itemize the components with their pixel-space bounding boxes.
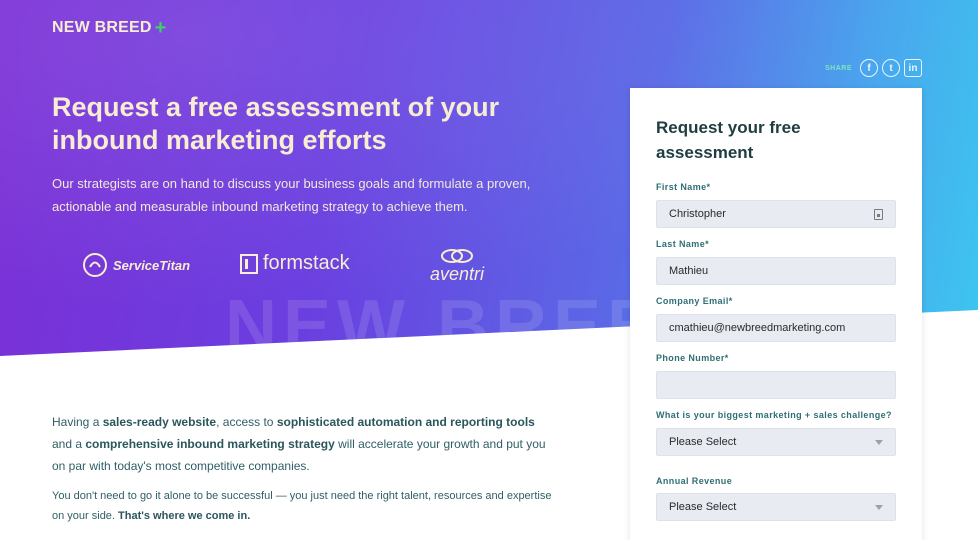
first-name-field[interactable]: Christopher	[656, 200, 896, 228]
plus-icon: +	[154, 17, 167, 39]
challenge-label: What is your biggest marketing + sales c…	[656, 410, 892, 420]
challenge-selected-value: Please Select	[669, 436, 737, 448]
intro-paragraph: Having a sales-ready website, access to …	[52, 415, 546, 473]
servicetitan-logo: ServiceTitan	[82, 252, 190, 278]
assessment-form: Request your free assessment First Name*…	[630, 88, 922, 540]
form-title: Request your free assessment	[656, 118, 801, 162]
new-breed-logo[interactable]: NEW BREED +	[52, 18, 166, 38]
annual-revenue-label: Annual Revenue	[656, 476, 733, 486]
company-email-field[interactable]: cmathieu@newbreedmarketing.com	[656, 314, 896, 342]
share-label: SHARE	[824, 64, 852, 72]
chevron-down-icon	[875, 439, 883, 445]
company-email-value: cmathieu@newbreedmarketing.com	[669, 322, 846, 334]
company-email-label: Company Email*	[656, 296, 733, 306]
logo-text: NEW BREED	[52, 19, 152, 36]
last-name-label: Last Name*	[656, 239, 710, 249]
first-name-label: First Name*	[656, 182, 711, 192]
challenge-select[interactable]: Please Select	[656, 428, 896, 456]
phone-number-label: Phone Number*	[656, 353, 729, 363]
share-bar: SHARE f t in	[825, 59, 922, 77]
annual-revenue-select[interactable]: Please Select	[656, 493, 896, 521]
servicetitan-emblem-icon	[83, 253, 107, 277]
formstack-emblem-icon	[240, 253, 258, 274]
chevron-down-icon	[875, 504, 883, 510]
aventri-emblem-icon	[441, 249, 474, 263]
first-name-value: Christopher	[669, 208, 726, 220]
page-title: Request a free assessment of your inboun…	[52, 92, 500, 155]
phone-number-field[interactable]	[656, 371, 896, 399]
last-name-field[interactable]: Mathieu	[656, 257, 896, 285]
annual-revenue-selected-value: Please Select	[669, 501, 737, 513]
twitter-icon[interactable]: t	[882, 59, 900, 77]
highlight-automation-tools: sophisticated automation and reporting t…	[276, 415, 535, 429]
formstack-logo: formstack	[240, 252, 350, 275]
aventri-wordmark: aventri	[430, 264, 485, 284]
formstack-wordmark: formstack	[263, 252, 350, 274]
highlight-inbound-strategy: comprehensive inbound marketing strategy	[85, 437, 335, 451]
highlight-sales-ready-website: sales-ready website	[102, 415, 217, 429]
last-name-value: Mathieu	[669, 265, 709, 277]
highlight-where-we-come-in: That's where we come in.	[118, 510, 251, 522]
linkedin-icon[interactable]: in	[904, 59, 922, 77]
autofill-icon[interactable]	[874, 208, 883, 220]
hero-subheading: Our strategists are on hand to discuss y…	[52, 176, 531, 214]
aventri-logo: aventri	[430, 248, 484, 285]
servicetitan-wordmark: ServiceTitan	[113, 257, 191, 273]
facebook-icon[interactable]: f	[860, 59, 878, 77]
support-paragraph: You don't need to go it alone to be succ…	[52, 490, 552, 522]
